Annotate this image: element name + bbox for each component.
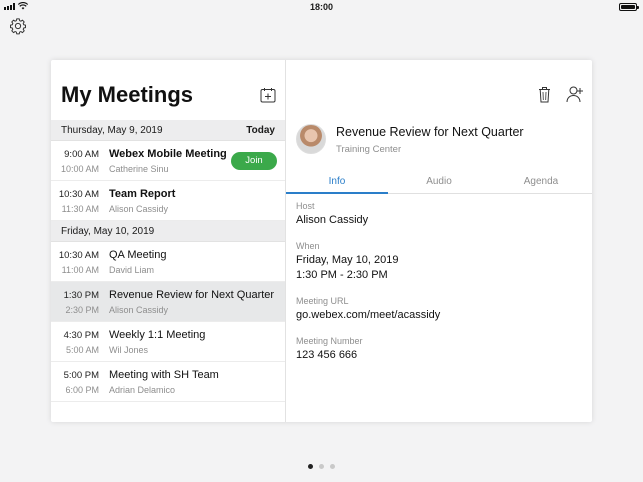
meeting-end: 2:30 PM [65,305,99,315]
meeting-start: 9:00 AM [64,149,99,160]
today-badge: Today [246,124,275,136]
detail-tabs: Info Audio Agenda [286,172,592,194]
page-dot[interactable] [319,464,324,469]
tab-agenda[interactable]: Agenda [490,172,592,193]
when-date: Friday, May 10, 2019 [296,254,399,266]
meetings-card: My Meetings Thursday, May 9, 2019 Today … [51,60,592,422]
meeting-start: 10:30 AM [58,189,99,200]
url-value[interactable]: go.webex.com/meet/acassidy [296,308,440,323]
meeting-row[interactable]: 4:30 PM 5:00 AM Weekly 1:1 Meeting Wil J… [51,322,285,362]
meeting-row[interactable]: 10:30 AM 11:00 AM QA Meeting David Liam [51,242,285,282]
meeting-start: 1:30 PM [63,290,99,301]
meeting-title: Meeting with SH Team [109,369,219,381]
meeting-host: Alison Cassidy [109,305,169,315]
meeting-end: 10:00 AM [60,164,99,174]
host-label: Host [296,201,315,211]
page-dot[interactable] [330,464,335,469]
add-calendar-icon[interactable] [260,87,276,103]
meeting-row[interactable]: 9:00 AM 10:00 AM Webex Mobile Meeting Ca… [51,141,285,181]
meeting-start: 10:30 AM [58,250,99,261]
add-person-icon[interactable] [566,85,584,103]
meeting-title: QA Meeting [109,249,167,261]
tab-info[interactable]: Info [286,172,388,194]
meeting-end: 6:00 PM [65,385,99,395]
page-indicator [0,464,643,469]
meeting-title: Webex Mobile Meeting [109,148,227,160]
meeting-host: David Liam [109,265,155,275]
status-right [619,3,639,11]
detail-title: Revenue Review for Next Quarter [336,125,524,139]
meeting-row[interactable]: 5:00 PM 6:00 PM Meeting with SH Team Adr… [51,362,285,402]
meeting-list: Thursday, May 9, 2019 Today 9:00 AM 10:0… [51,120,285,402]
meeting-row[interactable]: 10:30 AM 11:30 AM Team Report Alison Cas… [51,181,285,221]
meeting-host: Catherine Sinu [109,164,169,174]
day-header: Friday, May 10, 2019 [51,221,285,242]
meeting-host: Adrian Delamico [109,385,176,395]
host-value: Alison Cassidy [296,214,369,226]
battery-icon [619,3,639,11]
meeting-row-selected[interactable]: 1:30 PM 2:30 PM Revenue Review for Next … [51,282,285,322]
page-title: My Meetings [61,82,194,107]
day-header: Thursday, May 9, 2019 Today [51,120,285,141]
meeting-title: Team Report [109,188,176,200]
meeting-host: Wil Jones [109,345,149,355]
meeting-list-panel: My Meetings Thursday, May 9, 2019 Today … [51,60,286,422]
meeting-start: 4:30 PM [63,330,99,341]
meeting-title: Weekly 1:1 Meeting [109,329,206,341]
status-time: 18:00 [309,2,334,12]
page-dot[interactable] [308,464,313,469]
trash-icon[interactable] [538,86,551,103]
meeting-end: 11:30 AM [61,204,99,214]
join-button[interactable]: Join [231,152,277,170]
when-label: When [296,241,320,251]
avatar [296,124,326,154]
gear-icon[interactable] [9,17,27,35]
status-bar: 18:00 [0,0,643,14]
day-header-date: Friday, May 10, 2019 [61,225,155,237]
meeting-detail-panel: Revenue Review for Next Quarter Training… [286,60,592,422]
meeting-end: 11:00 AM [61,265,99,275]
meeting-start: 5:00 PM [63,370,99,381]
meeting-end: 5:00 AM [65,345,99,355]
number-label: Meeting Number [296,336,363,346]
number-value: 123 456 666 [296,349,358,361]
meeting-title: Revenue Review for Next Quarter [109,289,275,301]
detail-subtitle: Training Center [336,144,402,155]
url-label: Meeting URL [296,296,349,306]
meeting-host: Alison Cassidy [109,204,169,214]
when-time: 1:30 PM - 2:30 PM [296,269,388,281]
day-header-date: Thursday, May 9, 2019 [61,124,163,136]
tab-audio[interactable]: Audio [388,172,490,193]
